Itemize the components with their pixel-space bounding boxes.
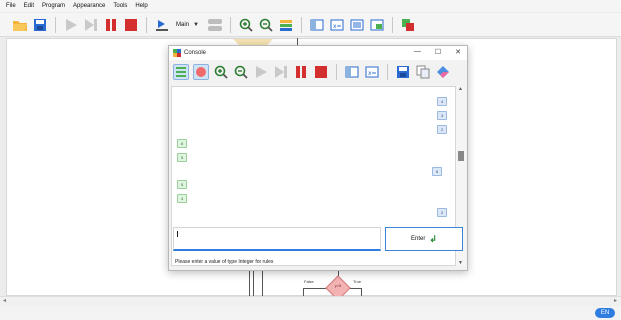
console-app-icon	[173, 49, 181, 57]
console-toolbar: x=	[169, 60, 467, 84]
false-branch-label: False	[304, 279, 314, 284]
input-value: 5	[177, 180, 188, 189]
toolbar-separator	[55, 16, 56, 33]
save-icon[interactable]	[395, 64, 411, 80]
horizontal-scrollbar[interactable]: ◂ ▸	[0, 296, 621, 306]
connector-line	[303, 288, 304, 296]
minimize-icon[interactable]: —	[414, 48, 421, 56]
run-icon[interactable]	[63, 17, 79, 33]
enter-icon: ↲	[429, 233, 437, 244]
console-title: Console	[184, 50, 207, 56]
svg-text:x=: x=	[333, 23, 342, 30]
toolbar-separator	[387, 64, 388, 80]
menu-edit[interactable]: Edit	[24, 3, 34, 9]
pause-icon[interactable]	[103, 17, 119, 33]
maximize-icon[interactable]: ☐	[435, 48, 441, 56]
toolbar-separator	[229, 16, 231, 33]
console-window: Console — ☐ ✕ x= 4 3 2 6 5 6 5 4 2 ▲ ▼ E…	[168, 45, 468, 271]
output-value: 3	[437, 111, 448, 120]
enter-button[interactable]: Enter ↲	[385, 227, 463, 251]
text-caret	[177, 231, 178, 237]
status-bar: EN	[0, 306, 621, 320]
toolbar-separator	[336, 64, 337, 80]
speed-slider-icon[interactable]	[154, 17, 170, 33]
connector-line	[253, 271, 254, 296]
connector-line	[262, 271, 263, 296]
output-value: 2	[437, 125, 448, 134]
connector-line	[249, 271, 250, 296]
toolbar-separator	[146, 16, 147, 33]
input-value: 5	[177, 153, 188, 162]
scroll-left-icon[interactable]: ◂	[3, 297, 6, 304]
save-icon[interactable]	[32, 17, 48, 33]
menu-file[interactable]: File	[6, 3, 16, 9]
main-toolbar: Main ▼ x=	[0, 13, 621, 37]
pause-icon[interactable]	[293, 64, 309, 80]
list-icon[interactable]	[349, 17, 365, 33]
scroll-right-icon[interactable]: ▸	[614, 297, 617, 304]
scroll-thumb[interactable]	[458, 151, 464, 161]
split-view-icon[interactable]	[344, 64, 360, 80]
open-folder-icon[interactable]	[12, 17, 28, 33]
input-value: 6	[177, 139, 188, 148]
zoom-out-icon[interactable]	[258, 17, 274, 33]
input-value: 4	[177, 194, 188, 203]
generate-code-icon[interactable]	[400, 17, 416, 33]
output-value: 4	[437, 97, 448, 106]
window-icon[interactable]	[369, 17, 385, 33]
window-controls: — ☐ ✕	[414, 48, 461, 56]
toolbar-separator	[300, 16, 302, 33]
console-view-icon[interactable]	[173, 64, 189, 80]
output-value: 2	[437, 208, 448, 217]
menu-tools[interactable]: Tools	[113, 3, 127, 9]
toolbar-separator	[391, 16, 393, 33]
scroll-down-icon[interactable]: ▼	[458, 260, 463, 266]
connector-line	[361, 288, 362, 296]
toggle-icon[interactable]	[207, 17, 223, 33]
zoom-out-icon[interactable]	[233, 64, 249, 80]
copy-icon[interactable]	[415, 64, 431, 80]
console-status-message: Please enter a value of type Integer for…	[175, 259, 274, 265]
decision-condition: y>5	[334, 283, 342, 288]
variables-icon[interactable]: x=	[364, 64, 380, 80]
output-value: 6	[432, 167, 443, 176]
record-icon[interactable]	[193, 64, 209, 80]
close-icon[interactable]: ✕	[455, 48, 461, 56]
menu-program[interactable]: Program	[42, 3, 65, 9]
zoom-in-icon[interactable]	[238, 17, 254, 33]
stop-icon[interactable]	[123, 17, 139, 33]
run-icon[interactable]	[253, 64, 269, 80]
menu-appearance[interactable]: Appearance	[73, 3, 105, 9]
eraser-icon[interactable]	[435, 64, 451, 80]
stop-icon[interactable]	[313, 64, 329, 80]
function-select[interactable]: Main	[176, 22, 189, 28]
fit-icon[interactable]	[278, 17, 294, 33]
chevron-down-icon[interactable]: ▼	[193, 22, 199, 28]
split-view-icon[interactable]	[309, 17, 325, 33]
menu-bar: File Edit Program Appearance Tools Help	[0, 0, 621, 12]
menu-help[interactable]: Help	[135, 3, 147, 9]
true-branch-label: True	[353, 279, 362, 284]
step-icon[interactable]	[83, 17, 99, 33]
svg-text:x=: x=	[368, 70, 377, 77]
enter-button-label: Enter	[411, 236, 426, 242]
language-badge[interactable]: EN	[595, 308, 615, 318]
step-icon[interactable]	[273, 64, 289, 80]
console-input[interactable]	[173, 227, 381, 251]
zoom-in-icon[interactable]	[213, 64, 229, 80]
scroll-up-icon[interactable]: ▲	[458, 86, 463, 92]
variables-icon[interactable]: x=	[329, 17, 345, 33]
